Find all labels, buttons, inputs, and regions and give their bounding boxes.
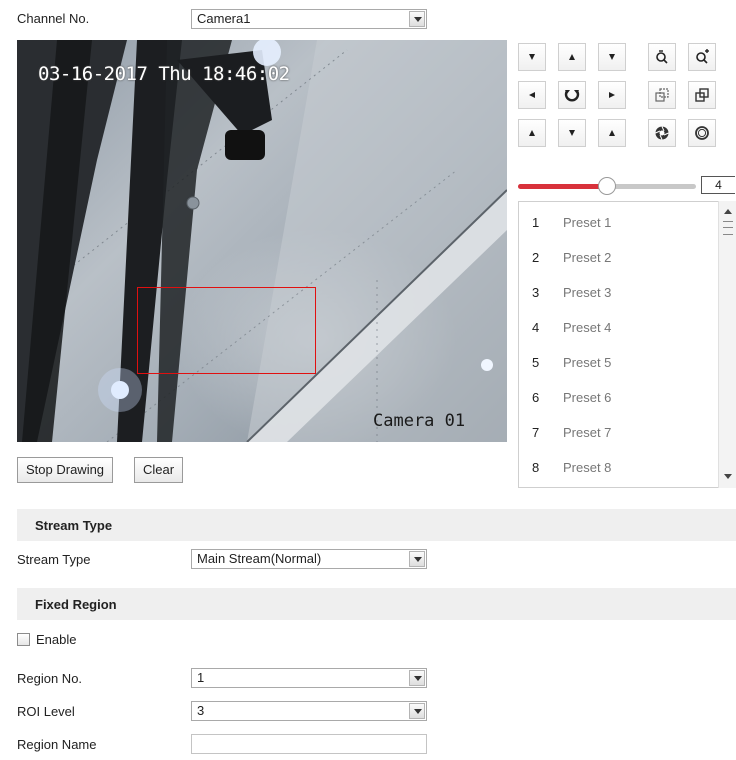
clear-button[interactable]: Clear (134, 457, 184, 483)
scroll-thumb[interactable] (723, 221, 733, 235)
region-name-input[interactable] (191, 734, 427, 754)
preset-number: 2 (532, 250, 540, 265)
preset-name: Preset 4 (563, 320, 612, 335)
stream-type-select[interactable]: Main Stream(Normal) (191, 549, 427, 569)
arrow-right-button[interactable] (598, 81, 626, 109)
iris-close-button[interactable] (688, 119, 716, 147)
preset-number: 8 (532, 460, 540, 475)
roi-level-label: ROI Level (17, 704, 75, 719)
chevron-down-icon (409, 551, 425, 567)
enable-checkbox[interactable] (17, 633, 30, 646)
preset-number: 3 (532, 285, 540, 300)
chevron-down-icon (409, 703, 425, 719)
fixed-region-section-header: Fixed Region (17, 588, 736, 620)
roi-level-select[interactable]: 3 (191, 701, 427, 721)
roi-region-rectangle[interactable] (137, 287, 316, 374)
preset-name: Preset 7 (563, 425, 612, 440)
arrow-down-button[interactable] (558, 119, 586, 147)
stop-drawing-button[interactable]: Stop Drawing (17, 457, 114, 483)
zoom-in-icon (654, 49, 670, 65)
chevron-down-icon (409, 670, 425, 686)
arrow-up-button[interactable] (558, 43, 586, 71)
preset-item[interactable]: 8 Preset 8 (519, 451, 719, 486)
channel-select[interactable]: Camera1 (191, 9, 427, 29)
preset-name: Preset 8 (563, 460, 612, 475)
region-no-select[interactable]: 1 (191, 668, 427, 688)
preset-name: Preset 5 (563, 355, 612, 370)
slider-handle[interactable] (598, 177, 616, 195)
ceiling-sprinkler (186, 196, 200, 210)
zoom-in-button[interactable] (648, 43, 676, 71)
arrow-down-left-button[interactable] (518, 119, 546, 147)
focus-far-icon (694, 87, 710, 103)
channel-label: Channel No. (17, 11, 90, 26)
arrow-down-right-button[interactable] (598, 119, 626, 147)
preset-item[interactable]: 6 Preset 6 (519, 381, 719, 416)
preset-number: 6 (532, 390, 540, 405)
arrow-up-left-icon (528, 53, 536, 61)
osd-camera-name: Camera 01 (373, 411, 466, 431)
camera-mount (225, 130, 265, 160)
chevron-down-icon (409, 11, 425, 27)
focus-near-button[interactable] (648, 81, 676, 109)
preset-list[interactable]: 1 Preset 1 2 Preset 2 3 Preset 3 4 Preset 4 5 Pre… (518, 201, 736, 488)
arrow-left-button[interactable] (518, 81, 546, 109)
preset-list-scrollbar[interactable] (718, 201, 736, 488)
zoom-out-button[interactable] (688, 43, 716, 71)
stream-type-label: Stream Type (17, 552, 91, 567)
preset-item[interactable]: 1 Preset 1 (519, 206, 719, 241)
focus-far-button[interactable] (688, 81, 716, 109)
roi-level-value: 3 (197, 703, 205, 718)
preset-number: 1 (532, 215, 540, 230)
arrow-up-icon (568, 53, 576, 61)
iris-close-icon (694, 125, 710, 141)
ptz-speed-slider[interactable] (518, 177, 696, 195)
region-no-value: 1 (197, 670, 205, 685)
osd-timestamp: 03-16-2017 Thu 18:46:02 (38, 63, 290, 85)
live-video[interactable]: 03-16-2017 Thu 18:46:02 Camera 01 (17, 40, 507, 442)
preset-name: Preset 6 (563, 390, 612, 405)
preset-item[interactable]: 4 Preset 4 (519, 311, 719, 346)
arrow-up-right-icon (608, 53, 616, 61)
scroll-down-icon[interactable] (724, 474, 732, 479)
video-scene (17, 40, 507, 442)
preset-item[interactable]: 5 Preset 5 (519, 346, 719, 381)
focus-near-icon (654, 87, 670, 103)
ceiling-light-glow (98, 368, 142, 412)
preset-name: Preset 1 (563, 215, 612, 230)
scroll-up-icon[interactable] (724, 209, 732, 214)
stream-type-section-header: Stream Type (17, 509, 736, 541)
iris-open-button[interactable] (648, 119, 676, 147)
section-title: Stream Type (35, 518, 113, 533)
preset-item[interactable]: 7 Preset 7 (519, 416, 719, 451)
arrow-right-icon (608, 91, 616, 99)
preset-item[interactable]: 2 Preset 2 (519, 241, 719, 276)
section-title: Fixed Region (35, 597, 117, 612)
ptz-speed-value: 4 (701, 176, 735, 194)
auto-pan-icon (564, 87, 580, 103)
preset-number: 4 (532, 320, 540, 335)
region-name-label: Region Name (17, 737, 97, 752)
zoom-out-icon (694, 49, 710, 65)
preset-name: Preset 2 (563, 250, 612, 265)
arrow-down-icon (568, 129, 576, 137)
preset-number: 7 (532, 425, 540, 440)
ceiling-light (481, 359, 493, 371)
preset-name: Preset 3 (563, 285, 612, 300)
preset-number: 5 (532, 355, 540, 370)
arrow-up-left-button[interactable] (518, 43, 546, 71)
preset-item[interactable]: 3 Preset 3 (519, 276, 719, 311)
slider-fill (518, 184, 607, 189)
region-no-label: Region No. (17, 671, 83, 686)
channel-select-value: Camera1 (197, 11, 251, 26)
arrow-up-right-button[interactable] (598, 43, 626, 71)
arrow-down-right-icon (608, 129, 616, 137)
arrow-down-left-icon (528, 129, 536, 137)
stream-type-value: Main Stream(Normal) (197, 551, 322, 566)
enable-label: Enable (36, 632, 77, 647)
arrow-left-icon (528, 91, 536, 99)
auto-pan-button[interactable] (558, 81, 586, 109)
iris-open-icon (654, 125, 670, 141)
